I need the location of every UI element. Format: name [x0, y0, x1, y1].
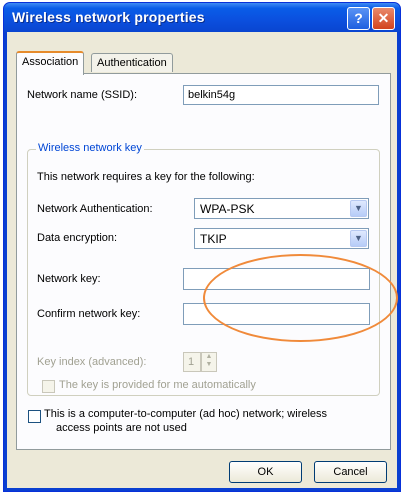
key-description: This network requires a key for the foll… [37, 171, 255, 183]
confirm-key-input[interactable] [183, 303, 370, 325]
help-button[interactable]: ? [347, 7, 370, 30]
tab-authentication[interactable]: Authentication [91, 53, 173, 72]
dialog-client-area: Association Authentication Network name … [7, 32, 398, 488]
auto-key-checkbox[interactable] [42, 380, 55, 393]
chevron-down-icon[interactable]: ▼ [350, 230, 367, 247]
adhoc-label-line2: access points are not used [56, 422, 187, 434]
ssid-input[interactable]: belkin54g [183, 85, 379, 105]
tab-association[interactable]: Association [16, 51, 85, 75]
dialog-window: Wireless network properties ? ✕ Associat… [3, 2, 401, 492]
network-auth-dropdown[interactable]: WPA-PSK ▼ [194, 198, 369, 219]
wireless-key-group: Wireless network key This network requir… [27, 142, 380, 396]
chevron-down-icon[interactable]: ▼ [350, 200, 367, 217]
network-auth-value: WPA-PSK [200, 202, 255, 216]
association-panel: Network name (SSID): belkin54g Wireless … [16, 73, 398, 450]
adhoc-label-line1: This is a computer-to-computer (ad hoc) … [44, 408, 328, 420]
network-key-input[interactable] [183, 268, 370, 290]
confirm-key-label: Confirm network key: [37, 308, 141, 320]
cancel-button[interactable]: Cancel [314, 461, 387, 483]
network-auth-label: Network Authentication: [37, 203, 153, 215]
window-title: Wireless network properties [12, 9, 205, 25]
data-encryption-value: TKIP [200, 232, 227, 246]
data-encryption-dropdown[interactable]: TKIP ▼ [194, 228, 369, 249]
key-index-label: Key index (advanced): [37, 356, 147, 368]
adhoc-checkbox[interactable] [28, 410, 41, 423]
key-index-spinner[interactable]: ▲ ▼ [201, 352, 217, 372]
ssid-label: Network name (SSID): [27, 89, 138, 101]
data-encryption-label: Data encryption: [37, 232, 118, 244]
close-button[interactable]: ✕ [372, 7, 395, 30]
key-index-input[interactable]: 1 [183, 352, 201, 372]
ok-button[interactable]: OK [229, 461, 302, 483]
group-title: Wireless network key [36, 142, 144, 154]
auto-key-label: The key is provided for me automatically [59, 379, 256, 391]
title-bar[interactable]: Wireless network properties ? ✕ [4, 3, 400, 32]
network-key-label: Network key: [37, 273, 101, 285]
